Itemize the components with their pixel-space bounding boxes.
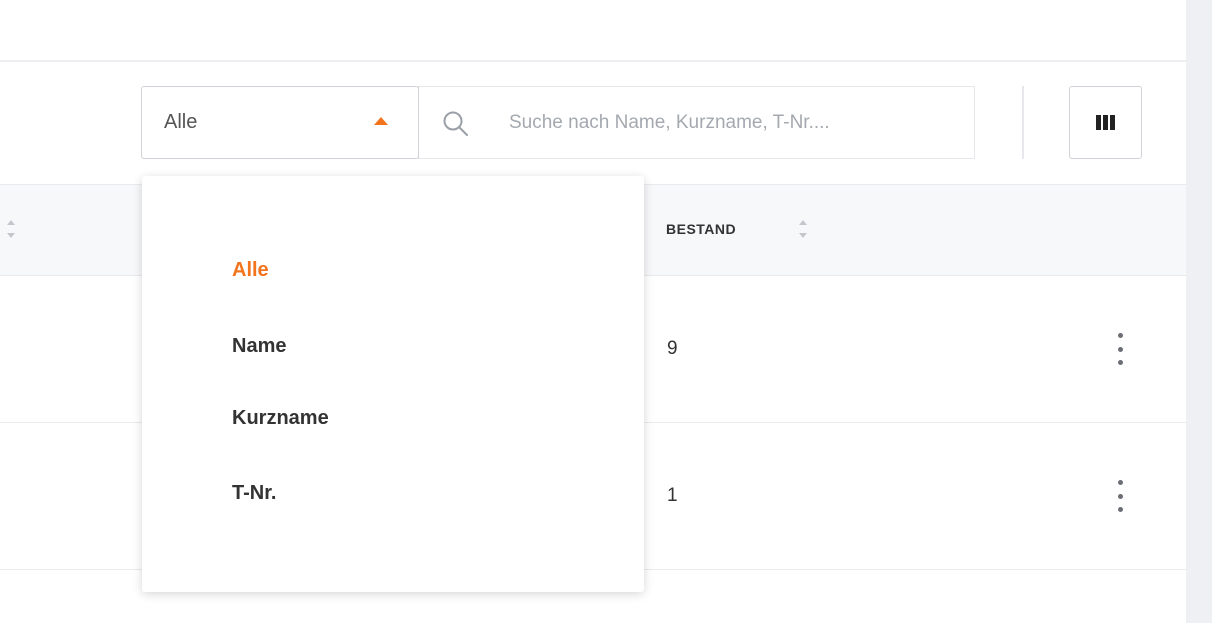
cell-bestand: 9	[667, 338, 678, 359]
more-vertical-icon[interactable]	[1110, 329, 1130, 369]
kebab-dot	[1117, 360, 1123, 365]
sort-down-icon	[799, 233, 807, 238]
more-vertical-icon[interactable]	[1110, 476, 1130, 516]
dropdown-option-kurzname[interactable]: Kurzname	[232, 407, 329, 430]
columns-icon	[1096, 115, 1101, 130]
sort-up-icon	[799, 220, 807, 225]
kebab-dot	[1117, 346, 1123, 352]
search-input[interactable]	[509, 105, 959, 141]
filter-dropdown-menu: Alle Name Kurzname T-Nr.	[142, 176, 644, 592]
columns-toggle-button[interactable]	[1069, 86, 1142, 159]
sort-icon[interactable]	[6, 220, 16, 238]
search-field-filter-select[interactable]: Alle	[141, 86, 419, 159]
dropdown-option-t-nr[interactable]: T-Nr.	[232, 482, 276, 505]
search-icon	[443, 111, 468, 136]
filter-selected-value: Alle	[164, 111, 198, 133]
sort-icon[interactable]	[798, 220, 808, 238]
toolbar-divider	[1022, 86, 1024, 159]
kebab-dot	[1117, 333, 1123, 338]
caret-up-icon	[374, 117, 388, 125]
search-box	[418, 86, 975, 159]
sort-up-icon	[7, 220, 15, 225]
column-header-bestand[interactable]: BESTAND	[666, 221, 736, 237]
kebab-dot	[1117, 493, 1123, 499]
dropdown-option-alle[interactable]: Alle	[232, 259, 269, 282]
cell-bestand: 1	[667, 485, 678, 506]
kebab-dot	[1117, 507, 1123, 512]
sort-down-icon	[7, 233, 15, 238]
kebab-dot	[1117, 480, 1123, 485]
dropdown-option-name[interactable]: Name	[232, 335, 286, 358]
top-bar	[0, 0, 1186, 62]
columns-icon-bar	[1103, 115, 1108, 130]
right-scroll-gutter	[1186, 0, 1212, 623]
columns-icon-bar	[1110, 115, 1115, 130]
